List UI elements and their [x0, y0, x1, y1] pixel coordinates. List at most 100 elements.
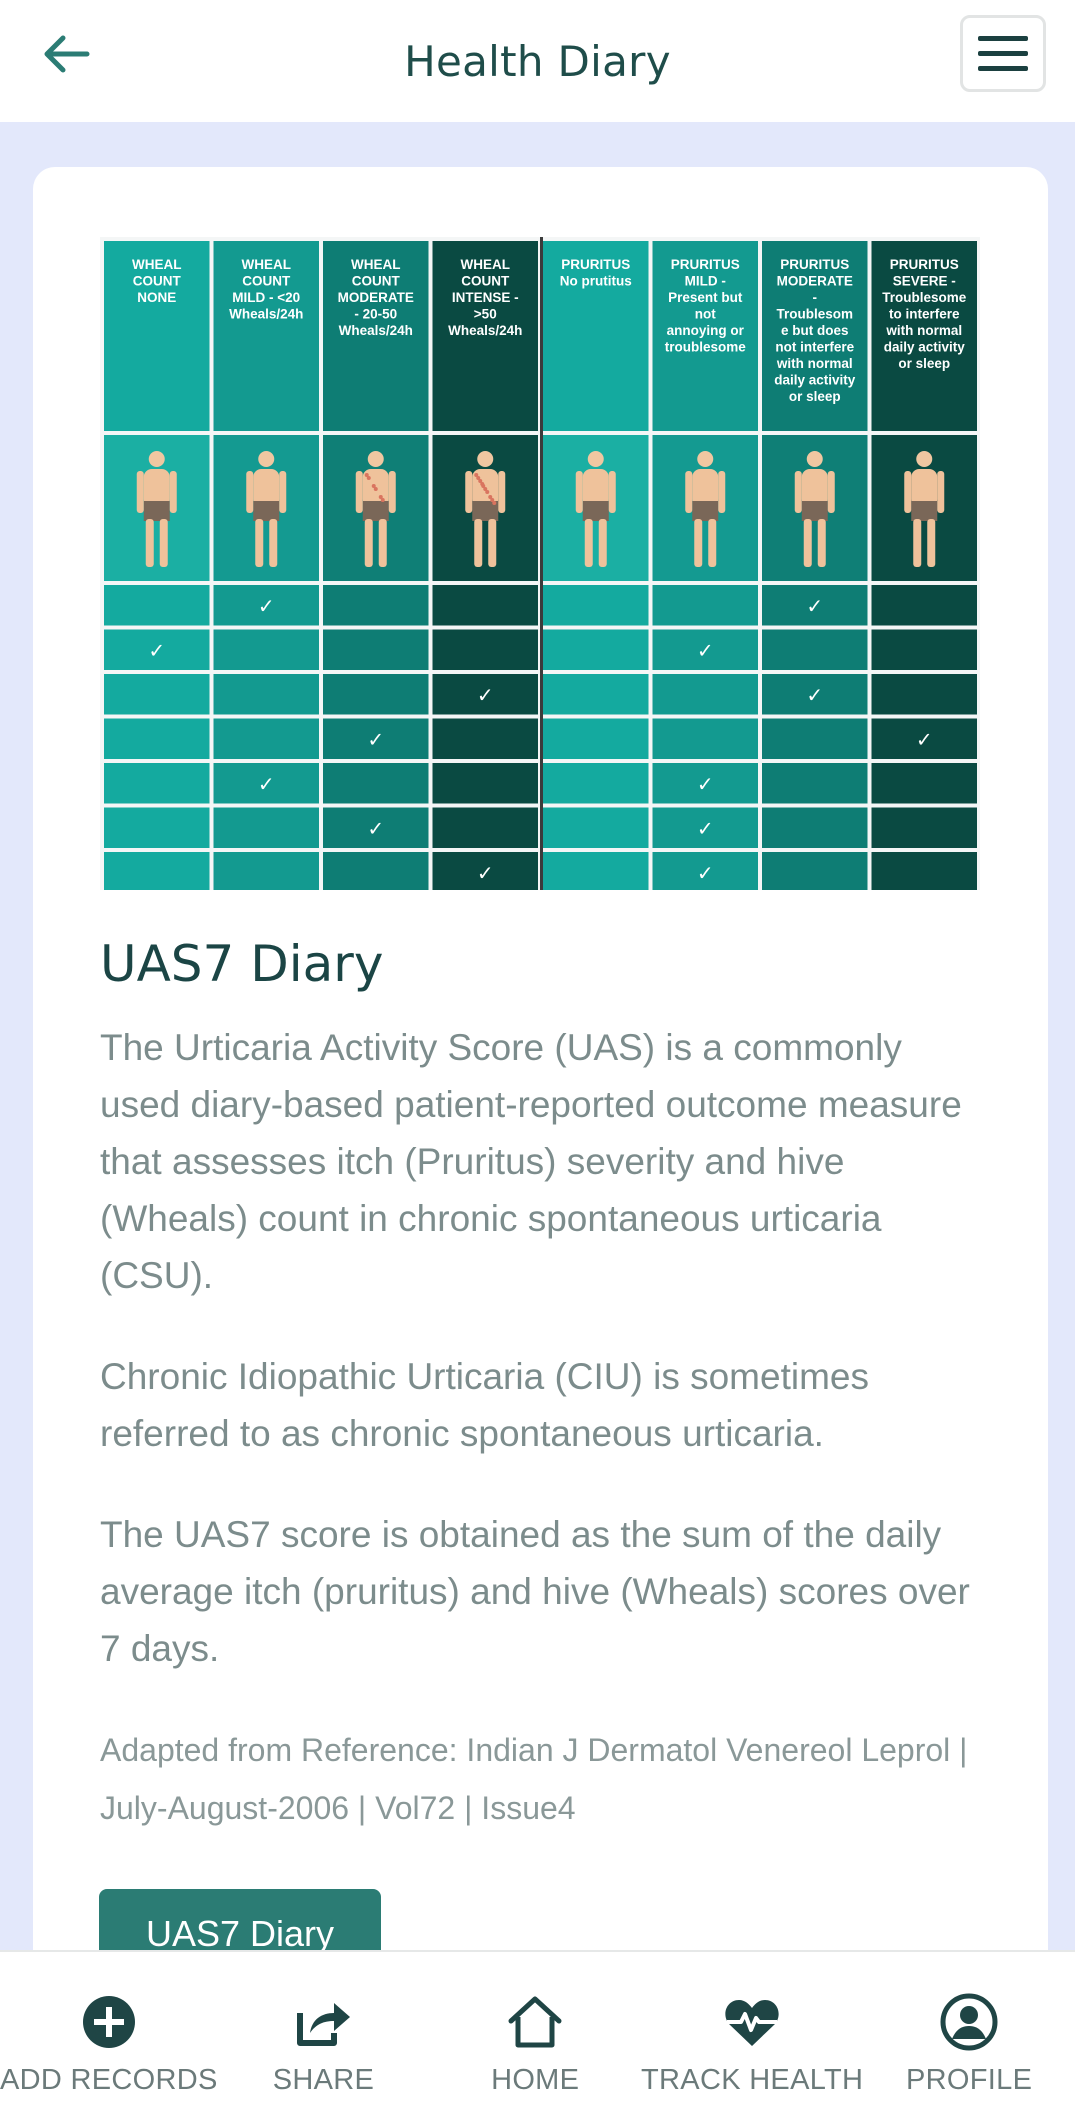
grid-check-mark: ✓	[806, 683, 823, 707]
grid-header-text: PRURITUS	[780, 257, 849, 272]
figure-leg	[378, 519, 387, 567]
grid-row-cell	[762, 629, 868, 670]
figure-arm	[465, 471, 473, 513]
figure-arm	[279, 471, 287, 513]
nav-track-health[interactable]: TRACK HEALTH	[641, 1952, 863, 2107]
figure-shorts	[801, 501, 828, 521]
grid-row-cell	[871, 629, 977, 670]
back-button[interactable]	[36, 26, 96, 82]
figure-leg	[927, 519, 936, 567]
grid-header-text: Wheals/24h	[339, 323, 413, 338]
figure-shorts	[692, 501, 719, 521]
grid-row-cell	[432, 763, 538, 804]
grid-header-text: NONE	[137, 290, 176, 305]
figure-arm	[169, 471, 177, 513]
heartbeat-icon	[725, 2000, 779, 2046]
figure-arm	[937, 471, 945, 513]
grid-header-text: >50	[474, 307, 497, 322]
grid-row-cell	[213, 852, 319, 890]
grid-header-text: MILD -	[685, 274, 726, 289]
grid-row-cell	[543, 674, 649, 715]
grid-header-text: WHEAL	[461, 257, 511, 272]
figure-arm	[685, 471, 693, 513]
figure-leg	[159, 519, 168, 567]
figure-leg	[269, 519, 278, 567]
grid-header-text: daily activity	[774, 373, 856, 388]
grid-header-text: COUNT	[133, 274, 182, 289]
nav-label-share: SHARE	[272, 2064, 375, 2096]
description-paragraph-3: The UAS7 score is obtained as the sum of…	[100, 1514, 970, 1669]
figure-head	[916, 451, 933, 467]
figure-leg	[694, 519, 703, 567]
grid-row-cell	[213, 807, 319, 848]
grid-row-cell	[762, 807, 868, 848]
grid-header-text: PRURITUS	[561, 257, 630, 272]
grid-row-cell	[871, 585, 977, 626]
grid-row-cell	[652, 674, 758, 715]
nav-add-records[interactable]: ADD RECORDS	[0, 1952, 218, 2107]
grid-header-text: Wheals/24h	[448, 323, 522, 338]
grid-row-cell	[543, 852, 649, 890]
grid-header-text: Present but	[668, 290, 743, 305]
grid-row-cell	[762, 718, 868, 759]
grid-row-cell	[762, 763, 868, 804]
grid-row-cell	[213, 718, 319, 759]
grid-row-cell	[871, 807, 977, 848]
menu-button[interactable]	[960, 15, 1046, 92]
reference-text: Adapted from Reference: Indian J Dermato…	[100, 1732, 968, 1826]
grid-check-mark: ✓	[258, 772, 275, 796]
share-icon	[297, 2003, 351, 2046]
grid-row-cell	[871, 674, 977, 715]
grid-row-cell	[652, 585, 758, 626]
grid-check-mark: ✓	[367, 817, 384, 841]
grid-row-cell	[323, 674, 429, 715]
grid-header-text: MODERATE	[338, 290, 414, 305]
figure-leg	[364, 519, 373, 567]
grid-check-mark: ✓	[367, 728, 384, 752]
figure-arm	[498, 471, 506, 513]
figure-arm	[827, 471, 835, 513]
grid-row-cell	[652, 718, 758, 759]
hamburger-icon	[978, 35, 1028, 71]
figure-arm	[904, 471, 912, 513]
grid-header-text: WHEAL	[242, 257, 292, 272]
nav-label-add-records: ADD RECORDS	[0, 2064, 218, 2096]
bottom-navigation: ADD RECORDS SHARE HOME TRACK HEALTH PROF…	[0, 1950, 1075, 2107]
grid-check-mark: ✓	[916, 728, 933, 752]
figure-head	[148, 451, 165, 467]
grid-row-cell	[104, 852, 210, 890]
nav-label-home: HOME	[491, 2064, 580, 2096]
figure-leg	[803, 519, 812, 567]
description-paragraph-1: The Urticaria Activity Score (UAS) is a …	[100, 1027, 962, 1296]
grid-check-mark: ✓	[697, 772, 714, 796]
grid-check-mark: ✓	[258, 594, 275, 618]
figure-shorts	[362, 501, 389, 521]
grid-row-cell	[213, 629, 319, 670]
grid-row-cell	[543, 807, 649, 848]
wheal-mark	[366, 476, 371, 480]
arrow-left-icon	[44, 35, 90, 73]
grid-row-cell	[323, 852, 429, 890]
figure-arm	[136, 471, 144, 513]
grid-header-text: MILD - <20	[232, 290, 300, 305]
figure-head	[587, 451, 604, 467]
page-title: Health Diary	[404, 36, 671, 86]
figure-leg	[255, 519, 264, 567]
figure-arm	[246, 471, 254, 513]
grid-row-cell	[104, 763, 210, 804]
grid-header-text: Troublesome	[882, 290, 967, 305]
wheal-mark	[485, 490, 490, 494]
grid-row-cell	[104, 585, 210, 626]
grid-header-text: COUNT	[461, 274, 510, 289]
description-paragraph-2: Chronic Idiopathic Urticaria (CIU) is so…	[100, 1356, 869, 1454]
grid-header-text: daily activity	[884, 340, 966, 355]
nav-home[interactable]: HOME	[429, 1952, 641, 2107]
nav-profile[interactable]: PROFILE	[863, 1952, 1075, 2107]
grid-row-cell	[543, 629, 649, 670]
wheal-mark	[380, 498, 385, 502]
grid-row-cell	[323, 763, 429, 804]
app-header: Health Diary	[0, 0, 1075, 122]
figure-leg	[474, 519, 483, 567]
nav-share[interactable]: SHARE	[218, 1952, 430, 2107]
content-section: UAS7 Diary The Urticaria Activity Score …	[100, 935, 980, 1837]
